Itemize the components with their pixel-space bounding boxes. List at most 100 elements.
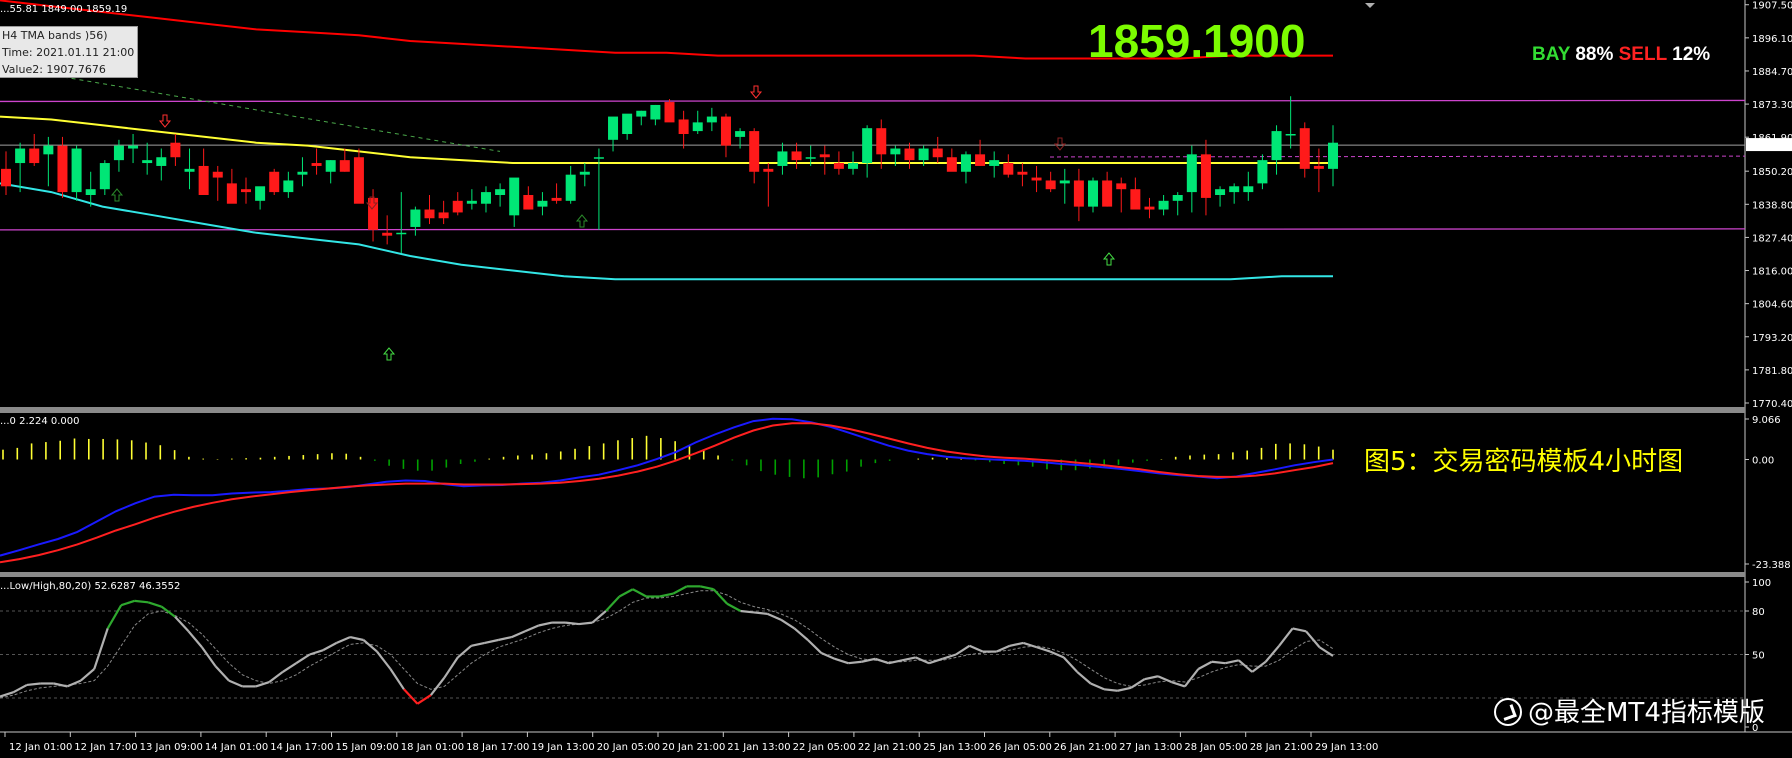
candle-body [650,104,661,120]
candle-body [113,145,124,161]
candle-body [1088,180,1099,207]
stoch-main-segment [578,621,593,626]
candle-body [1299,128,1310,169]
time-tick-label: 13 Jan 09:00 [140,742,203,753]
candle-body [269,171,280,193]
candle-body [1130,189,1141,210]
candle-body [142,160,153,164]
candle-body [128,145,139,149]
candle-body [918,148,929,161]
candle-body [15,148,26,164]
sell-label: SELL [1618,44,1667,65]
candle-body [608,116,619,140]
tooltip-time: Time: 2021.01.11 21:00 [2,46,135,59]
candle-body [579,171,590,175]
candle-body [1144,206,1155,210]
candle-body [1271,131,1282,161]
candle-body [523,195,534,210]
candle-body [71,148,82,193]
time-tick-label: 22 Jan 05:00 [793,742,856,753]
time-tick-label: 28 Jan 21:00 [1250,742,1313,753]
time-tick-label: 20 Jan 05:00 [597,742,660,753]
candle-body [975,154,986,166]
candle-body [424,209,435,219]
macd-pane-title: ...0 2.224 0.000 [0,416,80,427]
candle-body [1059,180,1070,184]
candle-body [325,160,336,172]
candle-body [170,142,181,158]
price-tick-label: 1838.80 [1752,200,1792,211]
macd-tick-label: 0.00 [1752,456,1774,467]
candle-body [890,148,901,155]
stoch-main-segment [134,599,149,604]
macd-tick-label: 9.066 [1752,415,1781,426]
figure-caption: 图5：交易密码模板4小时图 [1364,447,1684,477]
stoch-main-segment [26,682,41,687]
candle-body [1186,154,1197,193]
candle-body [1285,133,1296,136]
candle-body [43,145,54,155]
pane-separator-2 [0,572,1745,577]
candle-body [678,119,689,134]
candle-body [1017,171,1028,175]
time-tick-label: 29 Jan 13:00 [1315,742,1378,753]
candle-body [946,157,957,172]
candle-body [99,163,110,190]
candle-body [622,113,633,134]
stoch-pane-title: ...Low/High,80,20) 52.6287 46.3552 [0,581,180,592]
price-tick-label: 1804.60 [1752,300,1792,311]
sentiment-readout: BAY 88% SELL 12% [1532,44,1710,66]
candle-body [862,128,873,164]
candle-body [255,186,266,201]
stoch-main-segment [753,611,768,615]
candle-body [819,154,830,158]
candle-body [1200,154,1211,198]
time-tick-label: 21 Jan 13:00 [727,742,790,753]
price-tick-label: 1770.40 [1752,399,1792,410]
candle-body [85,189,96,196]
time-tick-label: 14 Jan 01:00 [205,742,268,753]
candle-body [848,163,859,169]
candle-body [509,177,520,216]
time-tick-label: 26 Jan 21:00 [1054,742,1117,753]
stoch-main-segment [1211,660,1226,665]
pane-separator-1 [0,407,1745,413]
candle-body [438,212,449,219]
candle-body [495,189,506,196]
candle-body [1243,186,1254,193]
candle-body [960,154,971,172]
time-tick-label: 22 Jan 21:00 [858,742,921,753]
time-tick-label: 12 Jan 01:00 [9,742,72,753]
time-tick-label: 18 Jan 01:00 [401,742,464,753]
candle-body [1257,160,1268,184]
candle-body [1328,142,1338,169]
candle-body [876,128,887,155]
candle-body [410,209,421,227]
candle-body [212,171,223,178]
time-tick-label: 18 Jan 17:00 [466,742,529,753]
candle-body [240,189,251,193]
candle-body [1116,183,1127,190]
price-tick-label: 1884.70 [1752,67,1792,78]
stoch-main-segment [565,621,580,626]
time-tick-label: 25 Jan 13:00 [923,742,986,753]
current-price-label: 1859.19 [1749,141,1790,152]
candle-body [537,200,548,207]
current-price-display: 1859.1900 [1088,15,1306,67]
candle-body [989,160,1000,166]
price-tick-label: 1781.80 [1752,366,1792,377]
candle-body [833,163,844,169]
stoch-main-segment [848,660,862,665]
stoch-tick-label: 100 [1752,578,1771,589]
candle-body [466,200,477,204]
time-tick-label: 12 Jan 17:00 [74,742,137,753]
candle-body [706,116,717,123]
stoch-main-segment [740,609,755,614]
candle-body [1073,180,1084,207]
time-tick-label: 15 Jan 09:00 [336,742,399,753]
candle-body [198,165,209,196]
candle-body [904,148,915,161]
trading-chart[interactable]: 1907.501896.101884.701873.301861.901850.… [0,0,1792,758]
tooltip-value: Value2: 1907.7676 [2,63,106,76]
chart-background [0,0,1792,758]
